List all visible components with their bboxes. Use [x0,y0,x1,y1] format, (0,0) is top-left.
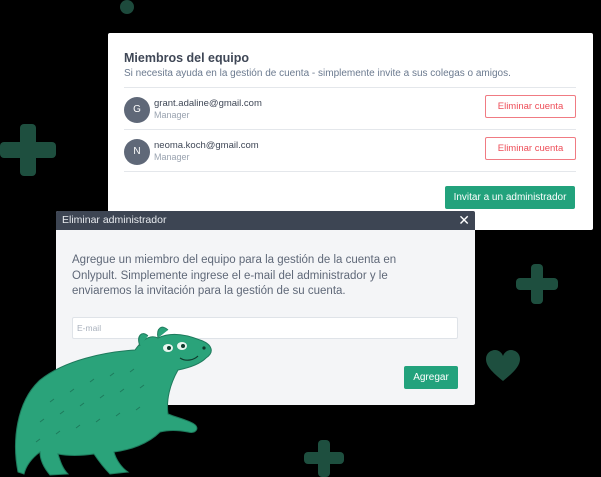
modal-title: Eliminar administrador [62,214,167,226]
add-button[interactable]: Agregar [404,366,458,389]
divider [124,129,576,130]
member-email: grant.adaline@gmail.com [154,98,262,109]
heart-decoration-icon [486,350,520,381]
avatar: G [124,97,150,123]
member-row: N neoma.koch@gmail.com Manager Eliminar … [124,137,576,179]
member-role: Manager [154,152,190,162]
divider [124,171,576,172]
card-subtitle: Si necesita ayuda en la gestión de cuent… [124,68,511,79]
divider [124,87,576,88]
close-icon[interactable]: ✕ [458,212,470,228]
plus-decoration-icon [0,124,56,176]
remove-account-button[interactable]: Eliminar cuenta [485,95,576,118]
team-members-card: Miembros del equipo Si necesita ayuda en… [108,33,593,230]
member-email: neoma.koch@gmail.com [154,140,259,151]
modal-description: Agregue un miembro del equipo para la ge… [72,254,397,297]
plus-decoration-icon [304,440,344,477]
card-title: Miembros del equipo [124,51,250,65]
dot-decoration-icon [120,0,134,14]
member-role: Manager [154,110,190,120]
invite-admin-button[interactable]: Invitar a un administrador [445,186,575,209]
modal-header: Eliminar administrador ✕ [56,211,475,230]
plus-decoration-icon [516,264,558,304]
capybara-mascot-icon [15,326,212,476]
remove-account-button[interactable]: Eliminar cuenta [485,137,576,160]
avatar: N [124,139,150,165]
member-row: G grant.adaline@gmail.com Manager Elimin… [124,95,576,137]
